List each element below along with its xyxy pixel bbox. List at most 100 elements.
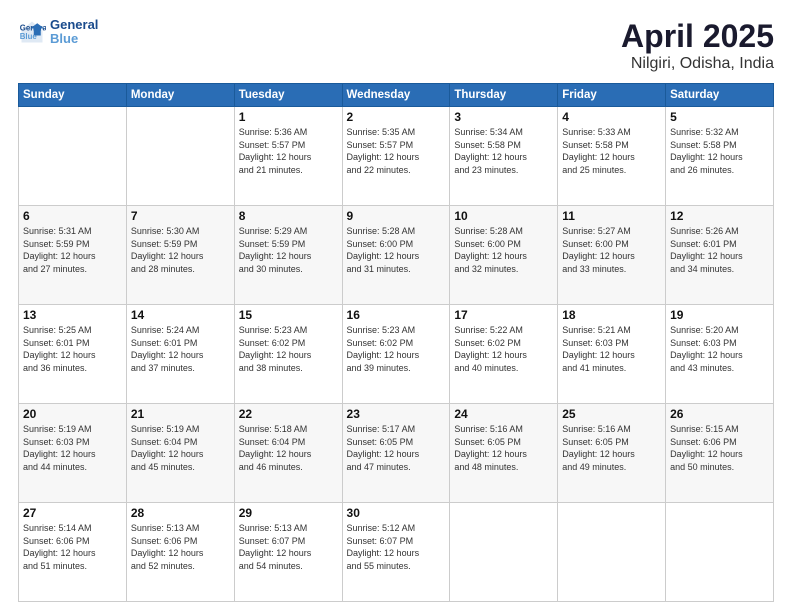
cell-info: Sunrise: 5:18 AM Sunset: 6:04 PM Dayligh… bbox=[239, 423, 338, 473]
cell-info: Sunrise: 5:15 AM Sunset: 6:06 PM Dayligh… bbox=[670, 423, 769, 473]
cell-info: Sunrise: 5:19 AM Sunset: 6:04 PM Dayligh… bbox=[131, 423, 230, 473]
calendar-cell: 12Sunrise: 5:26 AM Sunset: 6:01 PM Dayli… bbox=[666, 206, 774, 305]
day-number: 3 bbox=[454, 110, 553, 124]
header: General Blue General Blue April 2025 Nil… bbox=[18, 18, 774, 73]
calendar-cell: 28 Sunrise: 5:13 AM Sunset: 6:06 PM Dayli… bbox=[126, 503, 234, 602]
cell-info: Sunrise: 5:33 AM Sunset: 5:58 PM Dayligh… bbox=[562, 126, 661, 176]
calendar-cell: 3 Sunrise: 5:34 AM Sunset: 5:58 PM Daylig… bbox=[450, 107, 558, 206]
calendar-cell: 18 Sunrise: 5:21 AM Sunset: 6:03 PM Dayli… bbox=[558, 305, 666, 404]
calendar-cell: 23 Sunrise: 5:17 AM Sunset: 6:05 PM Dayli… bbox=[342, 404, 450, 503]
weekday-header-monday: Monday bbox=[126, 84, 234, 107]
calendar-cell: 24 Sunrise: 5:16 AM Sunset: 6:05 PM Dayli… bbox=[450, 404, 558, 503]
calendar-cell: 21 Sunrise: 5:19 AM Sunset: 6:04 PM Dayli… bbox=[126, 404, 234, 503]
week-row-2: 13 Sunrise: 5:25 AM Sunset: 6:01 PM Dayli… bbox=[19, 305, 774, 404]
cell-info: Sunrise: 5:32 AM Sunset: 5:58 PM Dayligh… bbox=[670, 126, 769, 176]
day-number: 14 bbox=[131, 308, 230, 322]
location: Nilgiri, Odisha, India bbox=[621, 55, 774, 73]
calendar-cell: 10Sunrise: 5:28 AM Sunset: 6:00 PM Dayli… bbox=[450, 206, 558, 305]
day-number: 17 bbox=[454, 308, 553, 322]
day-number: 24 bbox=[454, 407, 553, 421]
day-number: 10 bbox=[454, 209, 553, 223]
weekday-header-tuesday: Tuesday bbox=[234, 84, 342, 107]
calendar-cell bbox=[666, 503, 774, 602]
week-row-1: 6 Sunrise: 5:31 AM Sunset: 5:59 PM Daylig… bbox=[19, 206, 774, 305]
calendar-table: SundayMondayTuesdayWednesdayThursdayFrid… bbox=[18, 83, 774, 602]
day-number: 27 bbox=[23, 506, 122, 520]
logo-general: General bbox=[50, 18, 98, 32]
day-number: 8 bbox=[239, 209, 338, 223]
cell-info: Sunrise: 5:16 AM Sunset: 6:05 PM Dayligh… bbox=[562, 423, 661, 473]
calendar-cell: 11Sunrise: 5:27 AM Sunset: 6:00 PM Dayli… bbox=[558, 206, 666, 305]
cell-info: Sunrise: 5:19 AM Sunset: 6:03 PM Dayligh… bbox=[23, 423, 122, 473]
day-number: 22 bbox=[239, 407, 338, 421]
day-number: 28 bbox=[131, 506, 230, 520]
cell-info: Sunrise: 5:16 AM Sunset: 6:05 PM Dayligh… bbox=[454, 423, 553, 473]
cell-info: Sunrise: 5:25 AM Sunset: 6:01 PM Dayligh… bbox=[23, 324, 122, 374]
calendar-cell: 20 Sunrise: 5:19 AM Sunset: 6:03 PM Dayli… bbox=[19, 404, 127, 503]
cell-info: Sunrise: 5:13 AM Sunset: 6:07 PM Dayligh… bbox=[239, 522, 338, 572]
day-number: 18 bbox=[562, 308, 661, 322]
page: General Blue General Blue April 2025 Nil… bbox=[0, 0, 792, 612]
weekday-header-friday: Friday bbox=[558, 84, 666, 107]
calendar-cell: 9 Sunrise: 5:28 AM Sunset: 6:00 PM Daylig… bbox=[342, 206, 450, 305]
logo-blue: Blue bbox=[50, 32, 98, 46]
weekday-header-row: SundayMondayTuesdayWednesdayThursdayFrid… bbox=[19, 84, 774, 107]
cell-info: Sunrise: 5:17 AM Sunset: 6:05 PM Dayligh… bbox=[347, 423, 446, 473]
calendar-cell: 29 Sunrise: 5:13 AM Sunset: 6:07 PM Dayli… bbox=[234, 503, 342, 602]
calendar-cell: 4 Sunrise: 5:33 AM Sunset: 5:58 PM Daylig… bbox=[558, 107, 666, 206]
day-number: 15 bbox=[239, 308, 338, 322]
day-number: 2 bbox=[347, 110, 446, 124]
day-number: 5 bbox=[670, 110, 769, 124]
day-number: 29 bbox=[239, 506, 338, 520]
logo: General Blue General Blue bbox=[18, 18, 98, 47]
calendar-cell bbox=[558, 503, 666, 602]
calendar-cell bbox=[126, 107, 234, 206]
day-number: 1 bbox=[239, 110, 338, 124]
calendar-cell bbox=[450, 503, 558, 602]
cell-info: Sunrise: 5:34 AM Sunset: 5:58 PM Dayligh… bbox=[454, 126, 553, 176]
day-number: 13 bbox=[23, 308, 122, 322]
weekday-header-sunday: Sunday bbox=[19, 84, 127, 107]
cell-info: Sunrise: 5:26 AM Sunset: 6:01 PM Dayligh… bbox=[670, 225, 769, 275]
weekday-header-saturday: Saturday bbox=[666, 84, 774, 107]
calendar-cell: 13 Sunrise: 5:25 AM Sunset: 6:01 PM Dayli… bbox=[19, 305, 127, 404]
calendar-cell: 26 Sunrise: 5:15 AM Sunset: 6:06 PM Dayli… bbox=[666, 404, 774, 503]
cell-info: Sunrise: 5:22 AM Sunset: 6:02 PM Dayligh… bbox=[454, 324, 553, 374]
day-number: 19 bbox=[670, 308, 769, 322]
calendar-cell: 1Sunrise: 5:36 AM Sunset: 5:57 PM Daylig… bbox=[234, 107, 342, 206]
cell-info: Sunrise: 5:27 AM Sunset: 6:00 PM Dayligh… bbox=[562, 225, 661, 275]
cell-info: Sunrise: 5:24 AM Sunset: 6:01 PM Dayligh… bbox=[131, 324, 230, 374]
calendar-cell: 6 Sunrise: 5:31 AM Sunset: 5:59 PM Daylig… bbox=[19, 206, 127, 305]
cell-info: Sunrise: 5:30 AM Sunset: 5:59 PM Dayligh… bbox=[131, 225, 230, 275]
day-number: 21 bbox=[131, 407, 230, 421]
calendar-cell: 27 Sunrise: 5:14 AM Sunset: 6:06 PM Dayli… bbox=[19, 503, 127, 602]
month-title: April 2025 bbox=[621, 18, 774, 55]
cell-info: Sunrise: 5:31 AM Sunset: 5:59 PM Dayligh… bbox=[23, 225, 122, 275]
cell-info: Sunrise: 5:13 AM Sunset: 6:06 PM Dayligh… bbox=[131, 522, 230, 572]
day-number: 20 bbox=[23, 407, 122, 421]
day-number: 25 bbox=[562, 407, 661, 421]
calendar-cell: 25 Sunrise: 5:16 AM Sunset: 6:05 PM Dayli… bbox=[558, 404, 666, 503]
day-number: 4 bbox=[562, 110, 661, 124]
calendar-cell: 8 Sunrise: 5:29 AM Sunset: 5:59 PM Daylig… bbox=[234, 206, 342, 305]
weekday-header-wednesday: Wednesday bbox=[342, 84, 450, 107]
calendar-cell: 14 Sunrise: 5:24 AM Sunset: 6:01 PM Dayli… bbox=[126, 305, 234, 404]
cell-info: Sunrise: 5:28 AM Sunset: 6:00 PM Dayligh… bbox=[347, 225, 446, 275]
day-number: 9 bbox=[347, 209, 446, 223]
calendar-cell: 22 Sunrise: 5:18 AM Sunset: 6:04 PM Dayli… bbox=[234, 404, 342, 503]
calendar-cell: 15 Sunrise: 5:23 AM Sunset: 6:02 PM Dayli… bbox=[234, 305, 342, 404]
cell-info: Sunrise: 5:14 AM Sunset: 6:06 PM Dayligh… bbox=[23, 522, 122, 572]
cell-info: Sunrise: 5:29 AM Sunset: 5:59 PM Dayligh… bbox=[239, 225, 338, 275]
day-number: 26 bbox=[670, 407, 769, 421]
cell-info: Sunrise: 5:20 AM Sunset: 6:03 PM Dayligh… bbox=[670, 324, 769, 374]
calendar-cell: 30Sunrise: 5:12 AM Sunset: 6:07 PM Dayli… bbox=[342, 503, 450, 602]
cell-info: Sunrise: 5:23 AM Sunset: 6:02 PM Dayligh… bbox=[239, 324, 338, 374]
cell-info: Sunrise: 5:21 AM Sunset: 6:03 PM Dayligh… bbox=[562, 324, 661, 374]
day-number: 6 bbox=[23, 209, 122, 223]
calendar-cell: 17 Sunrise: 5:22 AM Sunset: 6:02 PM Dayli… bbox=[450, 305, 558, 404]
cell-info: Sunrise: 5:23 AM Sunset: 6:02 PM Dayligh… bbox=[347, 324, 446, 374]
day-number: 23 bbox=[347, 407, 446, 421]
weekday-header-thursday: Thursday bbox=[450, 84, 558, 107]
calendar-cell: 2 Sunrise: 5:35 AM Sunset: 5:57 PM Daylig… bbox=[342, 107, 450, 206]
cell-info: Sunrise: 5:35 AM Sunset: 5:57 PM Dayligh… bbox=[347, 126, 446, 176]
